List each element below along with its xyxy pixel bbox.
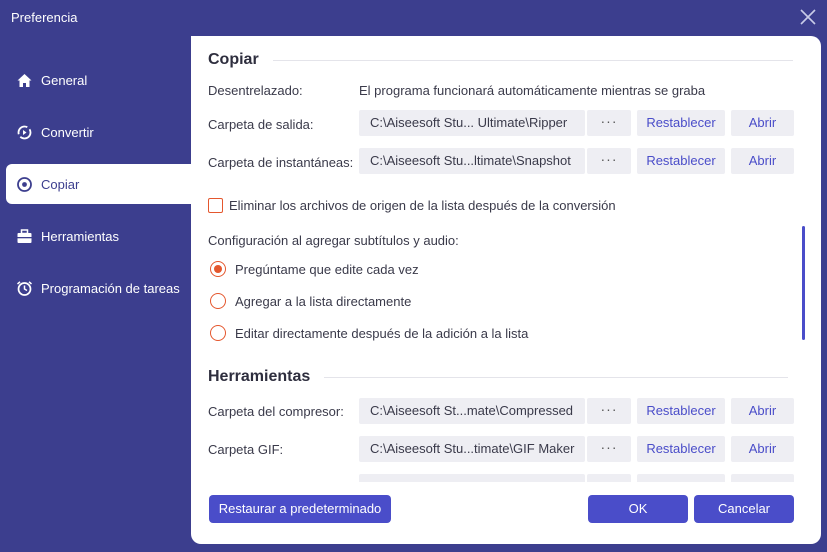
sidebar-item-herramientas[interactable]: Herramientas [0, 216, 191, 256]
alarm-clock-icon [16, 280, 33, 297]
compressor-folder-reset-button[interactable]: Restablecer [637, 398, 725, 424]
snapshot-folder-reset-button[interactable]: Restablecer [637, 148, 725, 174]
radio-label: Pregúntame que edite cada vez [235, 261, 419, 277]
section-divider [272, 59, 793, 61]
vertical-scrollbar[interactable] [802, 226, 805, 340]
radio-add-directly[interactable]: Agregar a la lista directamente [210, 293, 411, 309]
toolbox-icon [16, 228, 33, 245]
section-copiar-header: Copiar [208, 51, 793, 69]
gif-folder-open-button[interactable]: Abrir [731, 436, 794, 462]
disc-icon [16, 176, 33, 193]
sidebar-item-label: General [41, 72, 88, 88]
snapshot-folder-open-button[interactable]: Abrir [731, 148, 794, 174]
settings-scroll-area[interactable]: Copiar Desentrelazado: El programa funci… [191, 36, 821, 482]
sidebar-item-label: Herramientas [41, 228, 120, 244]
convert-icon [16, 124, 33, 141]
close-icon [799, 9, 817, 29]
sidebar-item-label: Programación de tareas [41, 280, 180, 296]
next-folder-open-button-partial[interactable] [731, 474, 794, 482]
snapshot-folder-browse-button[interactable]: ··· [587, 148, 631, 174]
snapshot-folder-path: C:\Aiseesoft Stu...ltimate\Snapshot [359, 148, 585, 174]
output-folder-browse-button[interactable]: ··· [587, 110, 631, 136]
radio-label: Editar directamente después de la adició… [235, 325, 529, 341]
sidebar-item-label: Copiar [41, 176, 80, 192]
sidebar-item-copiar[interactable]: Copiar [6, 164, 191, 204]
radio-edit-after-adding[interactable]: Editar directamente después de la adició… [210, 325, 528, 341]
gif-folder-reset-button[interactable]: Restablecer [637, 436, 725, 462]
radio-button[interactable] [210, 261, 226, 277]
compressor-folder-path: C:\Aiseesoft St...mate\Compressed [359, 398, 585, 424]
radio-label: Agregar a la lista directamente [235, 293, 412, 309]
close-button[interactable] [799, 8, 817, 26]
radio-button[interactable] [210, 293, 226, 309]
output-folder-path: C:\Aiseesoft Stu... Ultimate\Ripper [359, 110, 585, 136]
section-title: Copiar [208, 51, 259, 68]
sidebar-item-label: Convertir [41, 124, 94, 140]
window-title: Preferencia [11, 10, 78, 25]
section-herramientas-header: Herramientas [208, 368, 789, 386]
gif-folder-path: C:\Aiseesoft Stu...timate\GIF Maker [359, 436, 585, 462]
gif-folder-browse-button[interactable]: ··· [587, 436, 631, 462]
settings-panel: Copiar Desentrelazado: El programa funci… [191, 36, 821, 544]
next-folder-browse-button-partial[interactable] [587, 474, 631, 482]
deinterlace-label: Desentrelazado: [208, 83, 303, 98]
next-folder-path-partial [359, 474, 585, 482]
cancel-button[interactable]: Cancelar [694, 495, 794, 523]
restore-default-button[interactable]: Restaurar a predeterminado [209, 495, 391, 523]
section-title: Herramientas [208, 368, 311, 385]
section-divider [324, 376, 789, 378]
ok-button[interactable]: OK [588, 495, 688, 523]
deinterlace-value: El programa funcionará automáticamente m… [359, 83, 706, 98]
delete-source-label: Eliminar los archivos de origen de la li… [229, 198, 616, 213]
radio-selected-dot [214, 265, 222, 273]
output-folder-open-button[interactable]: Abrir [731, 110, 794, 136]
sidebar-item-convertir[interactable]: Convertir [0, 112, 191, 152]
sidebar: General Convertir Copiar Herramientas Pr… [0, 60, 191, 320]
delete-source-checkbox-row[interactable]: Eliminar los archivos de origen de la li… [208, 198, 616, 213]
home-icon [16, 72, 33, 89]
radio-button[interactable] [210, 325, 226, 341]
subtitle-config-label: Configuración al agregar subtítulos y au… [208, 233, 459, 248]
compressor-folder-label: Carpeta del compresor: [208, 404, 344, 419]
output-folder-reset-button[interactable]: Restablecer [637, 110, 725, 136]
delete-source-checkbox[interactable] [208, 198, 223, 213]
compressor-folder-browse-button[interactable]: ··· [587, 398, 631, 424]
sidebar-item-general[interactable]: General [0, 60, 191, 100]
gif-folder-label: Carpeta GIF: [208, 442, 284, 457]
next-folder-reset-button-partial[interactable] [637, 474, 725, 482]
output-folder-label: Carpeta de salida: [208, 117, 314, 132]
radio-ask-each-time[interactable]: Pregúntame que edite cada vez [210, 261, 419, 277]
compressor-folder-open-button[interactable]: Abrir [731, 398, 794, 424]
sidebar-item-programacion-de-tareas[interactable]: Programación de tareas [0, 268, 191, 308]
snapshot-folder-label: Carpeta de instantáneas: [208, 155, 354, 170]
